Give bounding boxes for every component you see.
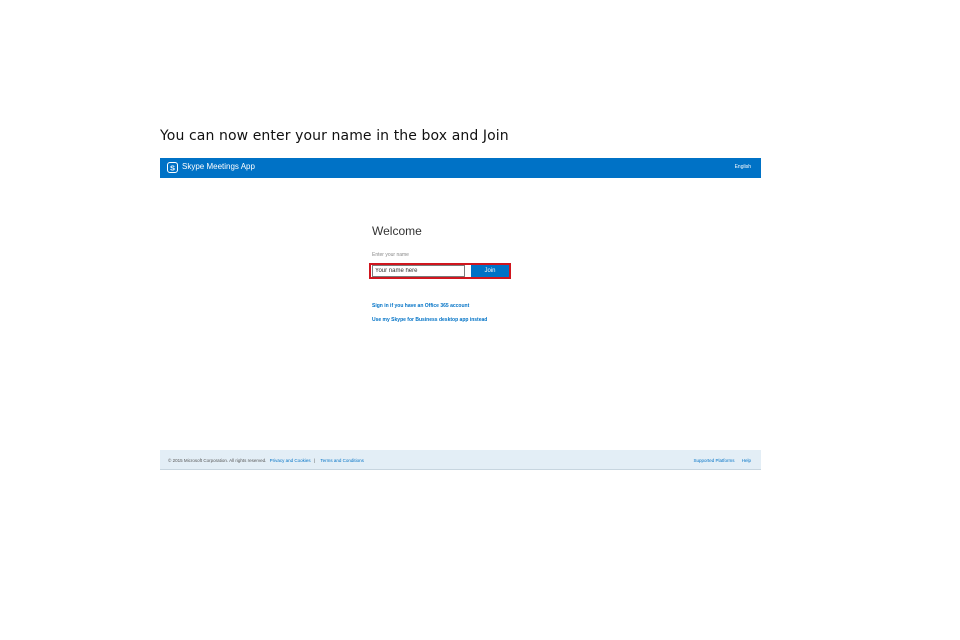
help-link[interactable]: Help [742,458,751,463]
app-title: Skype Meetings App [182,162,255,171]
app-header: S Skype Meetings App English [160,158,761,178]
use-desktop-app-link[interactable]: Use my Skype for Business desktop app in… [372,317,487,323]
name-label: Enter your name [372,252,409,258]
signin-office365-link[interactable]: Sign in if you have an Office 365 accoun… [372,303,469,309]
supported-platforms-link[interactable]: Supported Platforms [693,458,734,463]
instruction-caption: You can now enter your name in the box a… [160,128,509,144]
footer-right: Supported Platforms Help [693,458,751,463]
terms-link[interactable]: Terms and Conditions [320,458,364,463]
skype-logo-icon: S [167,162,178,173]
app-window: S Skype Meetings App English Welcome Ent… [160,158,761,470]
name-input[interactable] [372,265,465,277]
svg-text:S: S [170,163,175,172]
join-button[interactable]: Join [471,265,509,277]
footer: © 2015 Microsoft Corporation. All rights… [160,450,761,470]
privacy-link[interactable]: Privacy and Cookies [270,458,311,463]
copyright-text: © 2015 Microsoft Corporation. All rights… [168,458,267,463]
language-link[interactable]: English [735,164,751,170]
footer-separator: | [313,458,316,463]
welcome-heading: Welcome [372,224,422,238]
footer-left: © 2015 Microsoft Corporation. All rights… [168,458,364,463]
